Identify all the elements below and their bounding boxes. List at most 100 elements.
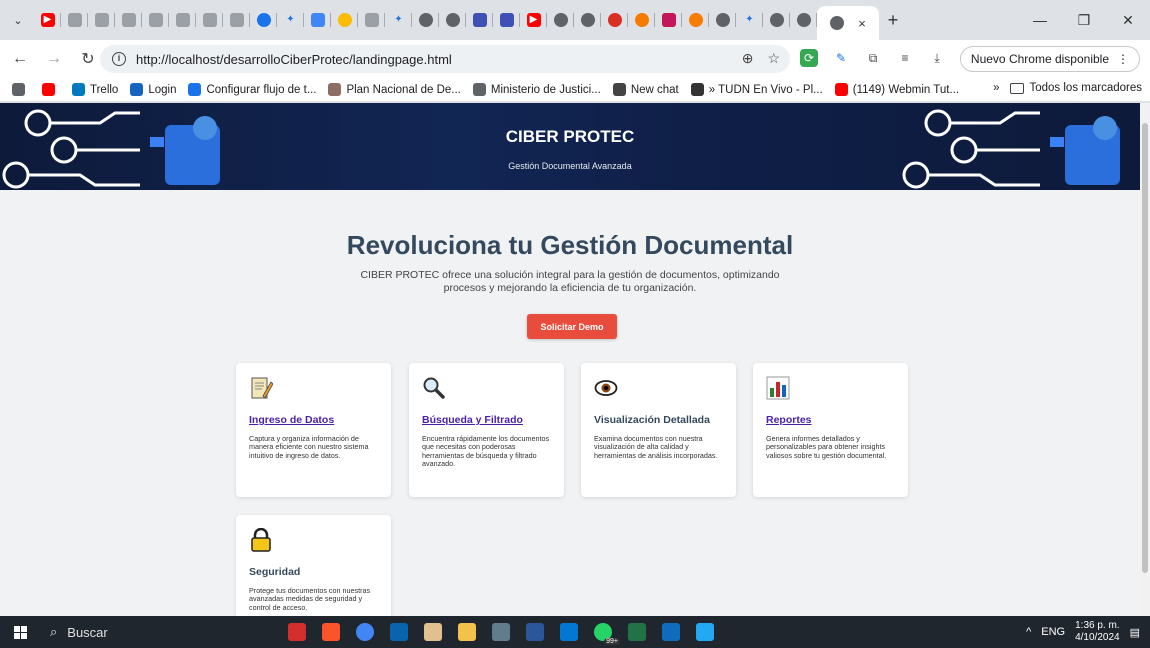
tab-close-icon[interactable]: × — [858, 16, 866, 31]
taskbar-outlook[interactable] — [382, 616, 416, 648]
bookmark-item[interactable]: (1149) Webmin Tut... — [834, 83, 959, 96]
tab-generic[interactable]: ✦ — [277, 0, 304, 40]
all-bookmarks-button[interactable]: Todos los marcadores — [1009, 82, 1142, 94]
bookmark-item[interactable]: New chat — [612, 83, 679, 96]
feather-icon[interactable]: ✎ — [832, 49, 850, 67]
taskbar-search[interactable]: ⌕ Buscar — [40, 616, 280, 648]
scrollbar-thumb[interactable] — [1142, 123, 1148, 573]
forward-arrow-icon[interactable]: → — [40, 45, 68, 73]
feature-card: Reportes Genera informes detallados y per… — [753, 363, 908, 497]
tab-generic[interactable] — [223, 0, 250, 40]
tab-generic[interactable] — [88, 0, 115, 40]
memo-icon — [249, 376, 274, 400]
bookmark-item[interactable]: Configurar flujo de t... — [188, 83, 316, 96]
bookmark-label: Ministerio de Justici... — [490, 83, 601, 96]
tab-generic[interactable] — [169, 0, 196, 40]
tab-search-chevron-icon[interactable]: ⌄ — [6, 8, 30, 32]
bookmark-item[interactable]: » TUDN En Vivo - Pl... — [690, 83, 823, 96]
feature-title[interactable]: Reportes — [766, 414, 895, 426]
site-icon — [256, 13, 271, 27]
zoom-icon[interactable]: ⊕ — [742, 50, 754, 67]
notifications-icon[interactable]: ▤ — [1130, 626, 1140, 639]
tab-generic[interactable] — [115, 0, 142, 40]
download-icon[interactable]: ⤓ — [928, 49, 946, 67]
info-icon[interactable]: i — [112, 52, 126, 66]
site-icon — [229, 13, 244, 27]
tab-active[interactable]: × — [817, 6, 879, 40]
bookmark-item[interactable]: Plan Nacional de De... — [328, 83, 461, 96]
new-tab-button[interactable]: + — [879, 10, 907, 31]
tab-generic[interactable] — [439, 0, 466, 40]
bookmark-item[interactable] — [42, 83, 60, 96]
tab-generic[interactable] — [466, 0, 493, 40]
bookmark-item[interactable]: Trello — [72, 83, 118, 96]
tab-youtube[interactable]: ▶ — [520, 0, 547, 40]
bookmark-favicon-icon — [72, 83, 85, 96]
tab-generic[interactable]: ✦ — [385, 0, 412, 40]
tab-generic[interactable] — [196, 0, 223, 40]
taskbar-explorer[interactable] — [450, 616, 484, 648]
site-icon — [121, 13, 136, 27]
tab-generic[interactable]: ✦ — [736, 0, 763, 40]
tab-generic[interactable] — [250, 0, 277, 40]
start-button[interactable] — [0, 616, 40, 648]
taskbar-brave[interactable] — [314, 616, 348, 648]
tab-generic[interactable] — [142, 0, 169, 40]
tab-generic[interactable] — [547, 0, 574, 40]
reading-list-icon[interactable]: ≡ — [896, 49, 914, 67]
request-demo-button[interactable]: Solicitar Demo — [527, 314, 617, 339]
tab-generic[interactable] — [601, 0, 628, 40]
kebab-menu-icon[interactable]: ⋮ — [1117, 52, 1129, 66]
chevron-up-icon[interactable]: ^ — [1026, 626, 1031, 638]
clock[interactable]: 1:36 p. m. 4/10/2024 — [1075, 620, 1120, 644]
tab-generic[interactable] — [628, 0, 655, 40]
taskbar-whatsapp[interactable]: 99+ — [586, 616, 620, 648]
page-scrollbar[interactable] — [1140, 103, 1150, 616]
feature-title[interactable]: Ingreso de Datos — [249, 414, 378, 426]
tab-generic[interactable] — [412, 0, 439, 40]
bookmark-item[interactable]: Login — [130, 83, 176, 96]
taskbar-app[interactable] — [416, 616, 450, 648]
windows-logo-icon — [13, 625, 27, 639]
back-arrow-icon[interactable]: ← — [6, 45, 34, 73]
tab-generic[interactable] — [574, 0, 601, 40]
tab-generic[interactable] — [709, 0, 736, 40]
bookmarks-overflow-button[interactable]: » — [993, 82, 999, 94]
folder-icon — [458, 623, 476, 641]
tab-youtube[interactable]: ▶ — [34, 0, 61, 40]
tab-generic[interactable] — [655, 0, 682, 40]
taskbar-acrobat[interactable] — [280, 616, 314, 648]
site-icon — [94, 13, 109, 27]
tab-generic[interactable] — [358, 0, 385, 40]
site-icon — [499, 13, 514, 27]
address-bar[interactable]: i http://localhost/desarrolloCiberProtec… — [100, 45, 790, 73]
bookmark-item[interactable]: Ministerio de Justici... — [472, 83, 601, 96]
bookmark-star-icon[interactable]: ☆ — [767, 50, 780, 67]
taskbar-app[interactable] — [552, 616, 586, 648]
tab-generic[interactable] — [763, 0, 790, 40]
tab-generic[interactable] — [304, 0, 331, 40]
tab-generic[interactable] — [331, 0, 358, 40]
restore-icon[interactable]: ❐ — [1062, 0, 1106, 40]
bookmark-item[interactable] — [12, 83, 30, 96]
puzzle-icon[interactable]: ⧉ — [864, 49, 882, 67]
tab-generic[interactable] — [682, 0, 709, 40]
bookmark-favicon-icon — [42, 83, 55, 96]
taskbar-calculator[interactable] — [484, 616, 518, 648]
reload-icon[interactable]: ↻ — [74, 45, 102, 73]
tab-generic[interactable] — [493, 0, 520, 40]
minimize-icon[interactable]: — — [1018, 0, 1062, 40]
chrome-update-button[interactable]: Nuevo Chrome disponible ⋮ — [959, 46, 1140, 72]
taskbar-excel[interactable] — [620, 616, 654, 648]
feature-title[interactable]: Búsqueda y Filtrado — [422, 414, 551, 426]
taskbar-chrome[interactable] — [348, 616, 382, 648]
tab-generic[interactable] — [61, 0, 88, 40]
taskbar-outlook-new[interactable] — [654, 616, 688, 648]
tab-generic[interactable] — [790, 0, 817, 40]
close-window-icon[interactable]: ✕ — [1106, 0, 1150, 40]
language-indicator[interactable]: ENG — [1041, 626, 1065, 638]
taskbar-vscode[interactable] — [688, 616, 722, 648]
extension-icon[interactable]: ⟳ — [800, 49, 818, 67]
taskbar-word[interactable] — [518, 616, 552, 648]
calculator-icon — [492, 623, 510, 641]
